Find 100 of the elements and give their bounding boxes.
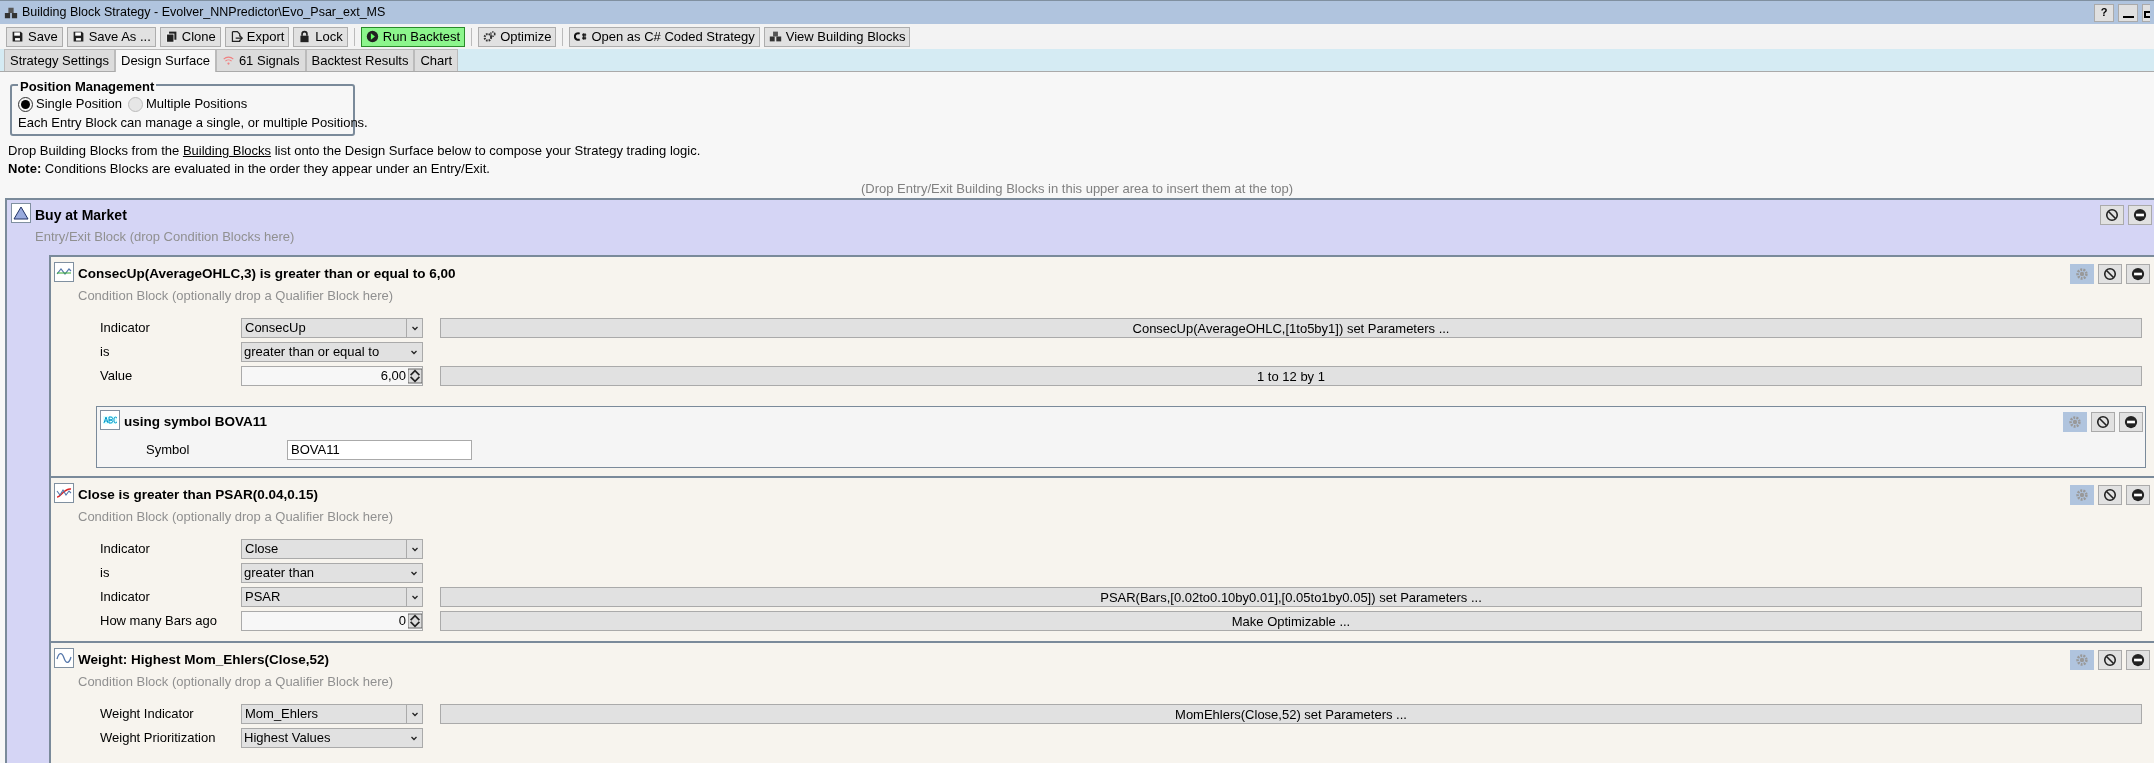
instruction-text: list onto the Design Surface below to compose your Strategy trading logic.: [274, 143, 701, 158]
chevron-down-icon: [410, 593, 419, 601]
parameters-button[interactable]: MomEhlers(Close,52) set Parameters ...: [440, 704, 2142, 724]
toolbar-button[interactable]: Clone: [159, 26, 221, 47]
tab[interactable]: Strategy Settings: [4, 49, 115, 71]
field-label: is: [100, 344, 110, 360]
blocks-icon: [4, 5, 18, 20]
copy-icon: [164, 30, 178, 43]
field-label: Value: [100, 368, 133, 384]
disable-button[interactable]: [2091, 412, 2115, 432]
parameters-button[interactable]: Make Optimizable ...: [440, 611, 2142, 631]
building-blocks-link[interactable]: Building Blocks: [182, 143, 272, 158]
chevron-down-icon: [410, 545, 419, 553]
toolbar-button[interactable]: Export: [224, 26, 290, 47]
field-label: How many Bars ago: [100, 613, 218, 629]
minus-circle-icon: [2133, 208, 2147, 222]
remove-button[interactable]: [2128, 205, 2152, 225]
chevron-down-icon: [410, 324, 419, 332]
prohibited-icon: [2105, 208, 2119, 222]
drop-hint: (Drop Entry/Exit Building Blocks in this upper area to insert them at the top): [860, 180, 1294, 197]
disable-button[interactable]: [2098, 264, 2122, 284]
field-label: Weight Prioritization: [100, 730, 216, 746]
dropdown[interactable]: ConsecUp: [241, 318, 423, 338]
remove-button[interactable]: [2126, 650, 2150, 670]
minimize-button[interactable]: [2118, 3, 2138, 22]
radio-option[interactable]: Multiple Positions: [128, 94, 248, 114]
toolbar-button[interactable]: View Building Blocks: [763, 26, 911, 47]
sine-wave-icon: [56, 650, 72, 666]
toolbar-button[interactable]: Save: [6, 26, 63, 47]
parameters-button[interactable]: PSAR(Bars,[0.02to0.10by0.01],[0.05to1by0.05]) set Parameters ...: [440, 587, 2142, 607]
block-title: ConsecUp(AverageOHLC,3) is greater than or equal to 6,00: [78, 266, 456, 281]
dropdown[interactable]: Mom_Ehlers: [241, 704, 423, 724]
dropdown[interactable]: PSAR: [241, 587, 423, 607]
block-title: Buy at Market: [35, 207, 127, 223]
radio-option[interactable]: Single Position: [18, 94, 122, 114]
gear-icon: [2068, 415, 2082, 429]
dropdown[interactable]: greater than: [241, 563, 423, 583]
minus-circle-icon: [2124, 415, 2138, 429]
field-label: is: [100, 565, 110, 581]
play-icon: [365, 30, 379, 43]
prohibited-icon: [2096, 415, 2110, 429]
spin-arrows-icon: [408, 613, 422, 629]
padlock-icon: [298, 30, 312, 43]
text-field[interactable]: BOVA11: [287, 440, 472, 460]
prohibited-icon: [2103, 267, 2117, 281]
minus-circle-icon: [2131, 267, 2145, 281]
toolbar-button[interactable]: Optimize: [478, 26, 557, 47]
dropdown[interactable]: greater than or equal to: [241, 342, 423, 362]
minus-circle-icon: [2131, 653, 2145, 667]
chevron-down-icon: [410, 710, 419, 718]
gear-icon: [2075, 653, 2089, 667]
field-label: Indicator: [100, 320, 150, 336]
wifi-signal-icon: [221, 55, 235, 66]
block-subtitle: Condition Block (optionally drop a Qualifier Block here): [78, 508, 394, 526]
toolbar-button[interactable]: Run Backtest: [360, 26, 466, 47]
remove-button[interactable]: [2126, 264, 2150, 284]
parameters-button[interactable]: 1 to 12 by 1: [440, 366, 2142, 386]
disable-button[interactable]: [2098, 485, 2122, 505]
help-button[interactable]: ?: [2094, 3, 2114, 22]
toolbar-button[interactable]: Open as C# Coded Strategy: [569, 26, 760, 47]
dropdown[interactable]: Highest Values: [241, 728, 423, 748]
note-text: Note: Conditions Blocks are evaluated in the order they appear under an Entry/Exit.: [8, 160, 490, 178]
gear-icon: [2075, 267, 2089, 281]
remove-button[interactable]: [2126, 485, 2150, 505]
disable-button[interactable]: [2100, 205, 2124, 225]
disable-button[interactable]: [2098, 650, 2122, 670]
chevron-down-icon: [410, 348, 418, 356]
window-title: Building Block Strategy - Evolver_NNPredictor\Evo_Psar_ext_MS: [22, 4, 386, 22]
tab[interactable]: Chart: [414, 49, 459, 71]
number-spinner[interactable]: 0: [241, 611, 423, 631]
dropdown[interactable]: Close: [241, 539, 423, 559]
minus-circle-icon: [2131, 488, 2145, 502]
block-subtitle: Condition Block (optionally drop a Qualifier Block here): [78, 673, 394, 691]
maximize-button[interactable]: [2142, 3, 2150, 22]
prohibited-icon: [2103, 488, 2117, 502]
export-icon: [229, 30, 243, 43]
spin-arrows-icon: [408, 368, 422, 384]
chevron-down-icon: [410, 734, 418, 742]
csharp-icon: [574, 30, 588, 43]
instruction-text: Drop Building Blocks from the: [8, 143, 180, 158]
crossing-lines-icon: [56, 485, 72, 501]
gears-icon: [483, 30, 497, 43]
toolbar-button[interactable]: Save As ...: [66, 26, 156, 47]
tab[interactable]: 61 Signals: [215, 49, 306, 71]
field-label: Symbol: [146, 442, 190, 458]
triangle-icon: [13, 205, 29, 221]
field-label: Indicator: [100, 589, 150, 605]
block-title: using symbol BOVA11: [124, 414, 268, 429]
block-subtitle: Entry/Exit Block (drop Condition Blocks here): [35, 228, 295, 246]
parameters-button[interactable]: ConsecUp(AverageOHLC,[1to5by1]) set Parameters ...: [440, 318, 2142, 338]
toolbar-button[interactable]: Lock: [293, 26, 348, 47]
group-note: Each Entry Block can manage a single, or multiple Positions.: [18, 114, 368, 132]
block-title: Weight: Highest Mom_Ehlers(Close,52): [78, 652, 330, 667]
number-spinner[interactable]: 6,00: [241, 366, 423, 386]
tab[interactable]: Design Surface: [115, 49, 216, 72]
tab[interactable]: Backtest Results: [305, 49, 415, 71]
block-title: Close is greater than PSAR(0.04,0.15): [78, 487, 319, 502]
remove-button[interactable]: [2119, 412, 2143, 432]
field-label: Weight Indicator: [100, 706, 194, 722]
block-subtitle: Condition Block (optionally drop a Qualifier Block here): [78, 287, 394, 305]
